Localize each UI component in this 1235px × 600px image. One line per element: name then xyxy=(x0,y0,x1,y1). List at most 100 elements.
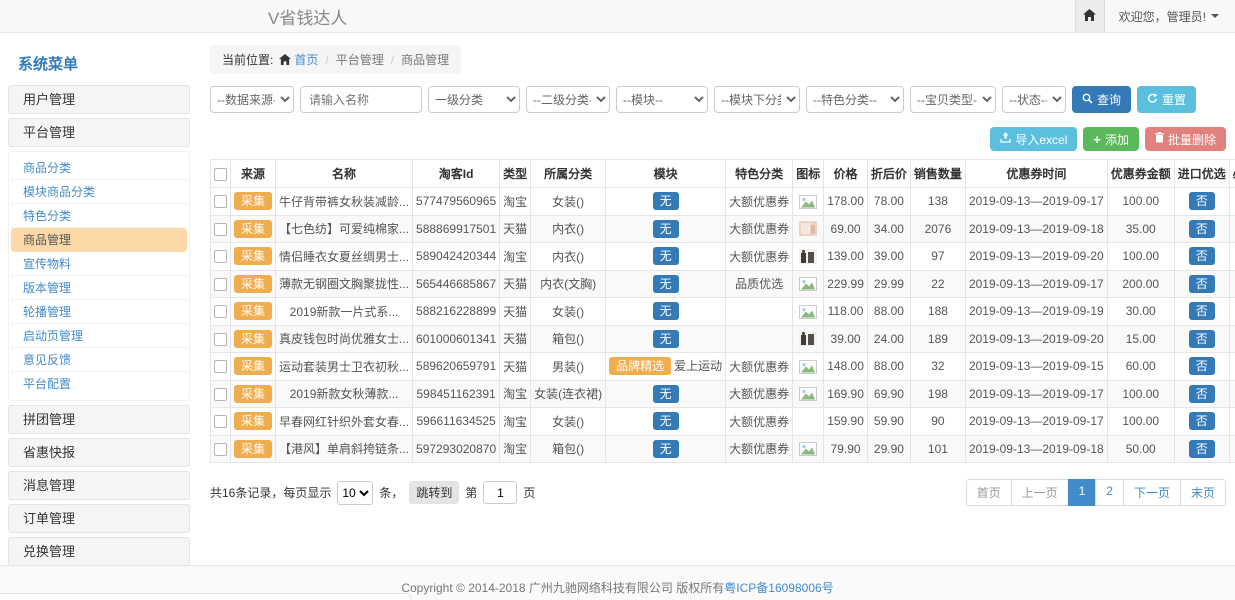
page-button-last[interactable]: 末页 xyxy=(1180,479,1226,506)
status-select[interactable]: --状态-- xyxy=(1002,86,1066,113)
cell-import-opt: 否 xyxy=(1174,435,1229,463)
data-source-select[interactable]: --数据来源-- xyxy=(210,86,294,113)
import-opt-toggle[interactable]: 否 xyxy=(1189,440,1215,458)
col-module: 模块 xyxy=(606,160,726,188)
sidebar-item-feedback[interactable]: 意见反馈 xyxy=(11,348,187,372)
cell-price: 229.99 xyxy=(824,270,868,298)
breadcrumb-home-link[interactable]: 首页 xyxy=(294,51,318,68)
sidebar-group-user-management[interactable]: 用户管理 xyxy=(8,85,190,114)
topbar: V省钱达人 欢迎您，管理员! xyxy=(0,0,1235,33)
cell-import-opt: 否 xyxy=(1174,353,1229,381)
item-type-select[interactable]: --宝贝类型-- xyxy=(910,86,996,113)
home-button[interactable] xyxy=(1075,0,1105,32)
sidebar-item-feature-category[interactable]: 特色分类 xyxy=(11,204,187,228)
search-button[interactable]: 查询 xyxy=(1072,86,1131,113)
cell-category: 内衣() xyxy=(531,243,606,271)
row-checkbox[interactable] xyxy=(214,360,227,373)
row-checkbox[interactable] xyxy=(214,388,227,401)
col-coupon-time: 优惠券时间 xyxy=(965,160,1107,188)
sidebar-item-goods-category[interactable]: 商品分类 xyxy=(11,156,187,180)
import-opt-toggle[interactable]: 否 xyxy=(1189,192,1215,210)
jump-page-input[interactable] xyxy=(483,481,517,504)
import-excel-button[interactable]: 导入excel xyxy=(990,127,1077,151)
module-badge: 无 xyxy=(653,275,679,293)
row-checkbox[interactable] xyxy=(214,415,227,428)
goods-table: 来源名称淘客Id类型所属分类模块特色分类图标价格折后价销售数量优惠券时间优惠券金… xyxy=(210,159,1235,463)
feature-category-select[interactable]: --特色分类-- xyxy=(806,86,904,113)
import-opt-toggle[interactable]: 否 xyxy=(1189,220,1215,238)
add-button[interactable]: + 添加 xyxy=(1083,127,1139,151)
sidebar-item-module-goods-category[interactable]: 模块商品分类 xyxy=(11,180,187,204)
page-button-first[interactable]: 首页 xyxy=(966,479,1012,506)
import-opt-toggle[interactable]: 否 xyxy=(1189,302,1215,320)
module-subcategory-select[interactable]: --模块下分类-- xyxy=(714,86,800,113)
sidebar-item-promo-materials[interactable]: 宣传物料 xyxy=(11,252,187,276)
import-opt-toggle[interactable]: 否 xyxy=(1189,357,1215,375)
sidebar-group-message-management[interactable]: 消息管理 xyxy=(8,471,190,500)
product-image xyxy=(799,305,817,319)
sidebar-menu: 用户管理平台管理商品分类模块商品分类特色分类商品管理宣传物料版本管理轮播管理启动… xyxy=(8,85,190,565)
table-row: 采集牛仔背带裤女秋装减龄...577479560965淘宝女装()无大额优惠券1… xyxy=(211,188,1235,216)
row-checkbox[interactable] xyxy=(214,305,227,318)
table-row: 采集【七色纺】可爱纯棉家...588869917501天猫内衣()无大额优惠券6… xyxy=(211,215,1235,243)
module-badge: 无 xyxy=(653,302,679,320)
cell-price: 139.00 xyxy=(824,243,868,271)
cell-sales: 189 xyxy=(910,325,965,353)
cell-feature: 品质优选 xyxy=(726,270,793,298)
sidebar-item-carousel-management[interactable]: 轮播管理 xyxy=(11,300,187,324)
sidebar-group-platform-management[interactable]: 平台管理 xyxy=(8,118,190,147)
goods-name-input[interactable] xyxy=(300,86,422,113)
sidebar-item-splash-management[interactable]: 启动页管理 xyxy=(11,324,187,348)
user-menu[interactable]: 欢迎您，管理员! xyxy=(1105,8,1235,25)
import-opt-toggle[interactable]: 否 xyxy=(1189,385,1215,403)
cell-price: 148.00 xyxy=(824,353,868,381)
sidebar-group-order-management[interactable]: 订单管理 xyxy=(8,504,190,533)
row-checkbox[interactable] xyxy=(214,195,227,208)
level1-category-select[interactable]: 一级分类 xyxy=(428,86,520,113)
cell-sales: 138 xyxy=(910,188,965,216)
row-checkbox[interactable] xyxy=(214,278,227,291)
import-opt-toggle[interactable]: 否 xyxy=(1189,330,1215,348)
cell-category: 箱包() xyxy=(531,325,606,353)
sidebar-item-version-management[interactable]: 版本管理 xyxy=(11,276,187,300)
module-badge: 无 xyxy=(653,330,679,348)
product-image xyxy=(799,195,817,209)
sidebar-group-exchange-management[interactable]: 兑换管理 xyxy=(8,537,190,565)
breadcrumb-item-goods: 商品管理 xyxy=(401,51,449,68)
reset-button[interactable]: 重置 xyxy=(1137,86,1196,113)
cell-module: 无 xyxy=(606,188,726,216)
cell-module: 无 xyxy=(606,298,726,326)
trash-icon xyxy=(1155,132,1164,146)
row-checkbox[interactable] xyxy=(214,443,227,456)
col-check xyxy=(211,160,231,188)
page-button-page-1[interactable]: 1 xyxy=(1068,479,1097,506)
sidebar-group-saving-news[interactable]: 省惠快报 xyxy=(8,438,190,467)
sidebar-item-platform-config[interactable]: 平台配置 xyxy=(11,372,187,396)
page-button-prev[interactable]: 上一页 xyxy=(1011,479,1069,506)
import-opt-toggle[interactable]: 否 xyxy=(1189,247,1215,265)
cell-must-buy: 否 xyxy=(1229,215,1235,243)
page-button-page-2[interactable]: 2 xyxy=(1095,479,1124,506)
cell-price: 118.00 xyxy=(824,298,868,326)
module-select[interactable]: --模块-- xyxy=(616,86,708,113)
per-page-select[interactable]: 10 xyxy=(337,481,373,505)
icp-link[interactable]: 粤ICP备16098006号 xyxy=(724,581,833,595)
jump-button[interactable]: 跳转到 xyxy=(409,481,459,504)
row-checkbox[interactable] xyxy=(214,223,227,236)
level2-category-select[interactable]: --二级分类-- xyxy=(526,86,610,113)
sidebar-item-goods-management[interactable]: 商品管理 xyxy=(11,228,187,252)
chevron-down-icon xyxy=(1211,14,1219,18)
cell-price: 39.00 xyxy=(824,325,868,353)
page-button-next[interactable]: 下一页 xyxy=(1123,479,1181,506)
cell-coupon-amount: 100.00 xyxy=(1107,408,1174,436)
import-opt-toggle[interactable]: 否 xyxy=(1189,412,1215,430)
cell-coupon-time: 2019-09-13—2019-09-17 xyxy=(965,408,1107,436)
row-checkbox[interactable] xyxy=(214,333,227,346)
batch-delete-button[interactable]: 批量删除 xyxy=(1145,127,1226,151)
source-badge: 采集 xyxy=(234,302,272,320)
row-checkbox[interactable] xyxy=(214,250,227,263)
sidebar-group-groupbuy-management[interactable]: 拼团管理 xyxy=(8,405,190,434)
cell-coupon-time: 2019-09-13—2019-09-20 xyxy=(965,325,1107,353)
import-opt-toggle[interactable]: 否 xyxy=(1189,275,1215,293)
select-all-checkbox[interactable] xyxy=(214,168,227,181)
